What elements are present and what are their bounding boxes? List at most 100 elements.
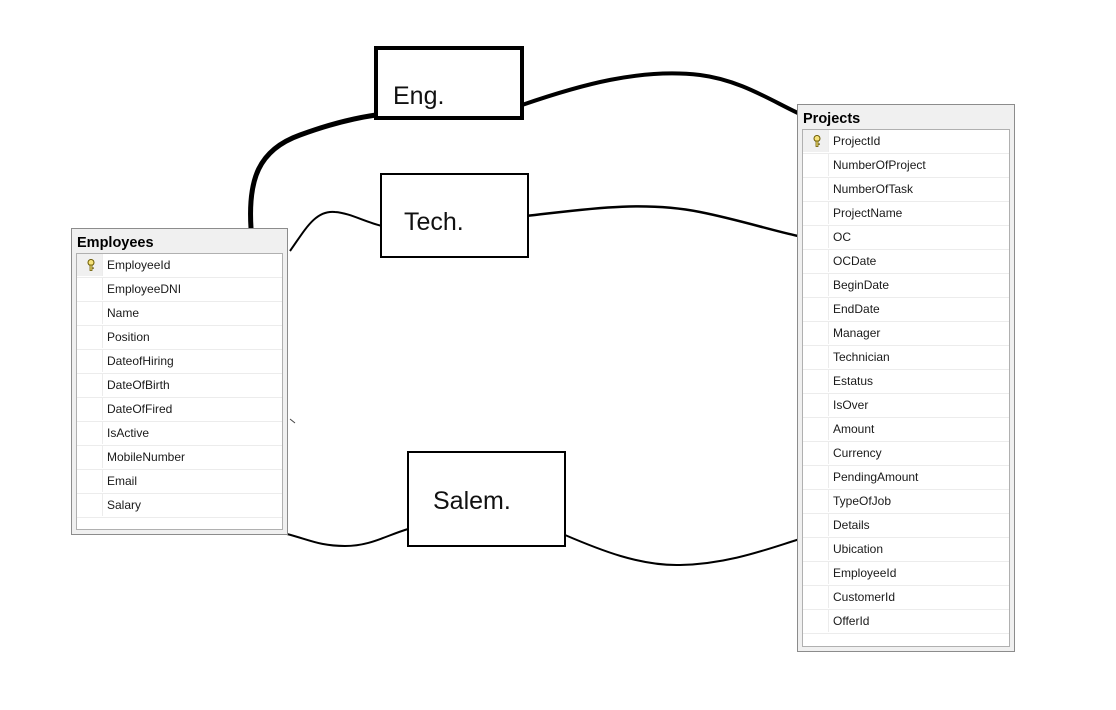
column-row[interactable]: CustomerId [803,586,1009,610]
salem-link-left [286,528,409,548]
row-selector[interactable] [803,202,829,224]
column-name: IsActive [107,426,150,440]
row-selector[interactable] [77,350,103,372]
column-name: Amount [833,422,875,436]
row-selector[interactable] [77,302,103,324]
row-selector[interactable] [803,586,829,608]
row-selector[interactable] [803,490,829,512]
column-name: ProjectName [833,206,903,220]
column-name: Email [107,474,138,488]
column-name: Currency [833,446,882,460]
employees-table[interactable]: Employees EmployeeId EmployeeDNI Name Posit… [71,228,288,535]
column-row[interactable]: ProjectId [803,130,1009,154]
column-name: Name [107,306,140,320]
row-selector[interactable] [77,446,103,468]
row-selector[interactable] [803,322,829,344]
column-row[interactable]: DateofHiring [77,350,282,374]
column-name: Ubication [833,542,884,556]
column-row[interactable]: TypeOfJob [803,490,1009,514]
column-name: IsOver [833,398,869,412]
column-row[interactable]: Salary [77,494,282,518]
column-row[interactable]: NumberOfTask [803,178,1009,202]
row-selector[interactable] [803,178,829,200]
column-name: Manager [833,326,881,340]
row-selector[interactable] [803,130,829,152]
row-selector[interactable] [803,298,829,320]
column-row[interactable]: Name [77,302,282,326]
row-selector[interactable] [77,278,103,300]
row-selector[interactable] [803,538,829,560]
projects-table-title: Projects [803,111,861,127]
row-selector[interactable] [803,370,829,392]
column-row[interactable]: Email [77,470,282,494]
tech-relation-box[interactable]: Tech. [380,173,529,258]
column-name: Position [107,330,150,344]
column-row[interactable]: DateOfFired [77,398,282,422]
column-row[interactable]: IsOver [803,394,1009,418]
column-row[interactable]: ProjectName [803,202,1009,226]
eng-relation-box[interactable]: Eng. [374,46,524,120]
row-selector[interactable] [803,250,829,272]
row-selector[interactable] [803,346,829,368]
row-selector[interactable] [803,562,829,584]
column-row[interactable]: MobileNumber [77,446,282,470]
column-row[interactable]: Currency [803,442,1009,466]
column-row[interactable]: BeginDate [803,274,1009,298]
column-row[interactable]: DateOfBirth [77,374,282,398]
tech-link-left [289,210,383,252]
row-selector[interactable] [77,422,103,444]
column-row[interactable]: Position [77,326,282,350]
column-row[interactable]: EmployeeDNI [77,278,282,302]
stray-mark [289,418,296,424]
row-selector[interactable] [803,466,829,488]
column-name: MobileNumber [107,450,186,464]
column-row[interactable]: Estatus [803,370,1009,394]
column-row[interactable]: Ubication [803,538,1009,562]
column-name: DateOfFired [107,402,173,416]
column-row[interactable]: Technician [803,346,1009,370]
row-selector[interactable] [77,254,103,276]
row-selector[interactable] [77,326,103,348]
row-selector[interactable] [803,442,829,464]
tech-link-right [525,205,799,238]
column-row[interactable]: NumberOfProject [803,154,1009,178]
row-selector[interactable] [77,494,103,516]
row-selector[interactable] [803,610,829,632]
row-selector[interactable] [803,418,829,440]
employees-table-title: Employees [77,235,154,251]
row-selector[interactable] [803,514,829,536]
column-row[interactable]: IsActive [77,422,282,446]
column-name: EmployeeId [833,566,897,580]
row-selector[interactable] [803,394,829,416]
column-row[interactable]: OfferId [803,610,1009,634]
column-name: EmployeeId [107,258,171,272]
column-name: Technician [833,350,890,364]
salem-relation-box[interactable]: Salem. [407,451,566,547]
row-selector[interactable] [77,470,103,492]
column-row[interactable]: Details [803,514,1009,538]
eng-link-right [520,71,802,116]
column-name: OCDate [833,254,877,268]
column-name: CustomerId [833,590,896,604]
row-selector[interactable] [803,154,829,176]
row-selector[interactable] [77,374,103,396]
column-row[interactable]: OCDate [803,250,1009,274]
column-row[interactable]: OC [803,226,1009,250]
column-row[interactable]: EmployeeId [803,562,1009,586]
column-name: DateOfBirth [107,378,170,392]
tech-relation-label: Tech. [404,208,464,236]
projects-column-grid: ProjectId NumberOfProject NumberOfTask Proj… [802,129,1010,647]
column-row[interactable]: Manager [803,322,1009,346]
column-row[interactable]: EndDate [803,298,1009,322]
row-selector[interactable] [803,226,829,248]
column-name: NumberOfTask [833,182,914,196]
column-name: EmployeeDNI [107,282,182,296]
column-row[interactable]: Amount [803,418,1009,442]
column-name: TypeOfJob [833,494,892,508]
column-row[interactable]: PendingAmount [803,466,1009,490]
column-name: ProjectId [833,134,881,148]
row-selector[interactable] [77,398,103,420]
column-row[interactable]: EmployeeId [77,254,282,278]
projects-table[interactable]: Projects ProjectId NumberOfProject NumberO… [797,104,1015,652]
row-selector[interactable] [803,274,829,296]
